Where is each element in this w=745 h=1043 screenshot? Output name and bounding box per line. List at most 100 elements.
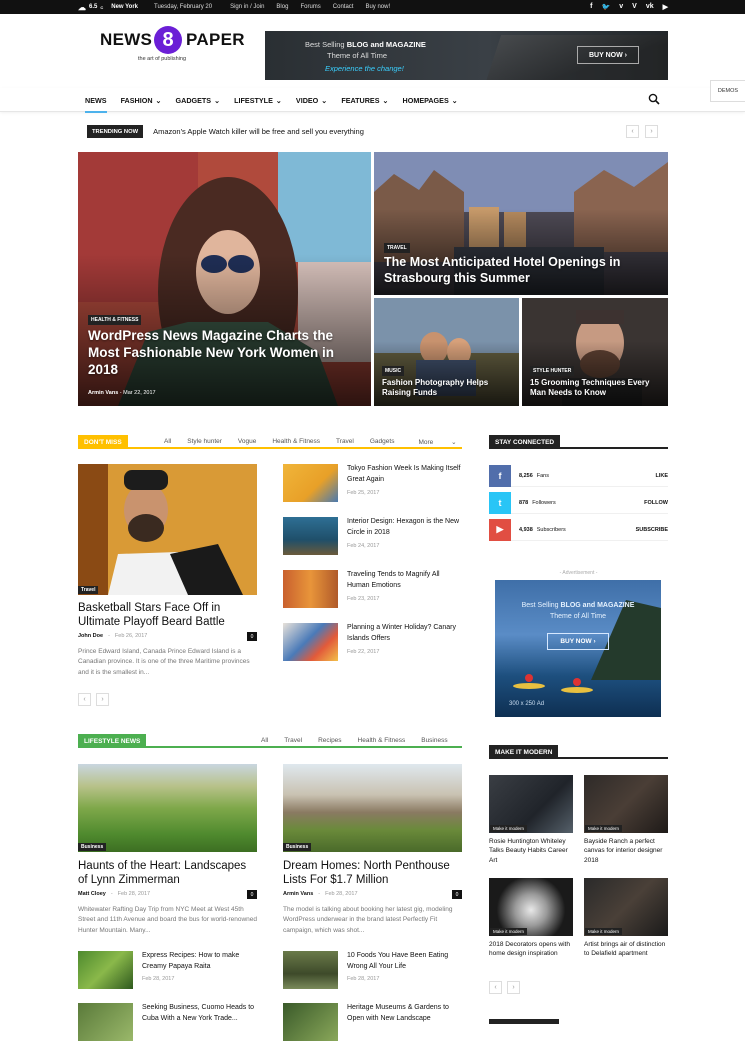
top-link-blog[interactable]: Blog — [276, 4, 288, 10]
filter-recipes[interactable]: Recipes — [310, 737, 349, 744]
twitter-icon[interactable]: 🐦 — [602, 3, 611, 11]
hero-bottom-right-title[interactable]: 15 Grooming Techniques Every Man Needs t… — [530, 378, 660, 398]
vk-icon[interactable]: vk — [646, 3, 654, 11]
list-item[interactable]: Tokyo Fashion Week Is Making Itself Grea… — [283, 464, 463, 506]
hero-main-category[interactable]: HEALTH & FITNESS — [88, 315, 142, 325]
nav-item-video[interactable]: VIDEO ⌄ — [289, 88, 334, 112]
list-item-title[interactable]: Traveling Tends to Magnify All Human Emo… — [347, 570, 462, 592]
top-link-signin[interactable]: Sign in / Join — [230, 4, 264, 10]
list-item[interactable]: 10 Foods You Have Been Eating Wrong All … — [283, 951, 463, 991]
hero-main-post[interactable]: HEALTH & FITNESS WordPress News Magazine… — [78, 152, 371, 406]
lifestyle-big-left-image[interactable]: Business — [78, 764, 257, 852]
weather-widget: ☁ 6.5 C New York — [78, 3, 138, 12]
filter-business[interactable]: Business — [413, 737, 455, 744]
filter-vogue[interactable]: Vogue — [230, 438, 264, 446]
filter-travel[interactable]: Travel — [328, 438, 362, 446]
filter-all[interactable]: All — [253, 737, 276, 744]
lifestyle-big-left-category[interactable]: Business — [78, 843, 107, 851]
hero-bottom-left-post[interactable]: MUSIC Fashion Photography Helps Raising … — [374, 298, 519, 406]
list-item[interactable]: Interior Design: Hexagon is the New Circ… — [283, 517, 463, 559]
list-item[interactable]: Express Recipes: How to make Creamy Papa… — [78, 951, 258, 991]
lifestyle-big-right-title[interactable]: Dream Homes: North Penthouse Lists For $… — [283, 859, 463, 888]
nav-item-features[interactable]: FEATURES ⌄ — [334, 88, 395, 112]
comment-count-badge[interactable]: 0 — [452, 890, 462, 899]
post-title[interactable]: Bayside Ranch a perfect canvas for inter… — [584, 837, 668, 865]
social-counter-youtube[interactable]: ▶ 4,938 Subscribers SUBSCRIBE — [489, 518, 668, 541]
list-item-title[interactable]: Express Recipes: How to make Creamy Papa… — [142, 951, 260, 973]
list-item[interactable]: Heritage Museums & Gardens to Open with … — [283, 1003, 463, 1043]
hero-bottom-left-category[interactable]: MUSIC — [382, 366, 405, 376]
social-counter-twitter[interactable]: t 878 Followers FOLLOW — [489, 491, 668, 514]
list-item-title[interactable]: 10 Foods You Have Been Eating Wrong All … — [347, 951, 465, 973]
nav-item-news[interactable]: NEWS — [78, 88, 114, 113]
comment-count-badge[interactable]: 0 — [247, 890, 257, 899]
filter-style-hunter[interactable]: Style hunter — [179, 438, 230, 446]
hero-top-right-title[interactable]: The Most Anticipated Hotel Openings in S… — [384, 255, 644, 286]
trending-prev-button[interactable]: ‹ — [626, 125, 639, 138]
like-button[interactable]: LIKE — [655, 473, 668, 479]
sidebar-ad[interactable]: Best Selling BLOG and MAGAZINE Theme of … — [495, 580, 661, 717]
subscribe-button[interactable]: SUBSCRIBE — [636, 527, 668, 533]
post-title[interactable]: Rosie Huntington Whiteley Talks Beauty H… — [489, 837, 573, 865]
follow-button[interactable]: FOLLOW — [644, 500, 668, 506]
facebook-icon[interactable]: f — [590, 3, 592, 11]
ad-buy-now-button[interactable]: BUY NOW › — [547, 633, 609, 650]
prev-page-button[interactable]: ‹ — [489, 981, 502, 994]
filter-health-fitness[interactable]: Health & Fitness — [350, 737, 414, 744]
hero-bottom-right-post[interactable]: STYLE HUNTER 15 Grooming Techniques Ever… — [522, 298, 668, 406]
hero-top-right-post[interactable]: TRAVEL The Most Anticipated Hotel Openin… — [374, 152, 668, 295]
hero-bottom-right-category[interactable]: STYLE HUNTER — [530, 366, 575, 376]
post-title[interactable]: 2018 Decorators opens with home design i… — [489, 940, 573, 959]
youtube-icon[interactable]: ▶ — [663, 3, 668, 11]
dont-miss-big-title[interactable]: Basketball Stars Face Off in Ultimate Pl… — [78, 601, 258, 630]
next-page-button[interactable]: › — [507, 981, 520, 994]
lifestyle-big-right-image[interactable]: Business — [283, 764, 462, 852]
list-item[interactable]: Seeking Business, Cuomo Heads to Cuba Wi… — [78, 1003, 258, 1043]
demos-button[interactable]: DEMOS — [710, 80, 745, 102]
filter-all[interactable]: All — [156, 438, 179, 446]
hero-top-right-category[interactable]: TRAVEL — [384, 243, 410, 253]
post-category[interactable]: Make it modern — [490, 825, 528, 832]
trending-bar: TRENDING NOW Amazon's Apple Watch killer… — [87, 125, 364, 138]
lifestyle-big-left-title[interactable]: Haunts of the Heart: Landscapes of Lynn … — [78, 859, 258, 888]
trending-next-button[interactable]: › — [645, 125, 658, 138]
post-title[interactable]: Artist brings air of distinction to Dela… — [584, 940, 668, 959]
dont-miss-big-image[interactable]: Travel — [78, 464, 257, 595]
search-icon[interactable] — [648, 93, 660, 105]
nav-item-homepages[interactable]: HOMEPAGES ⌄ — [396, 88, 465, 112]
list-item-title[interactable]: Planning a Winter Holiday? Canary Island… — [347, 623, 462, 645]
list-item-title[interactable]: Seeking Business, Cuomo Heads to Cuba Wi… — [142, 1003, 260, 1025]
hero-main-title[interactable]: WordPress News Magazine Charts the Most … — [88, 328, 348, 379]
top-link-contact[interactable]: Contact — [333, 4, 354, 10]
vimeo-icon[interactable]: v — [619, 3, 623, 11]
nav-item-gadgets[interactable]: GADGETS ⌄ — [169, 88, 228, 112]
comment-count-badge[interactable]: 0 — [247, 632, 257, 641]
nav-item-lifestyle[interactable]: LIFESTYLE ⌄ — [227, 88, 289, 112]
filter-travel[interactable]: Travel — [276, 737, 310, 744]
banner-buy-now-button[interactable]: BUY NOW › — [577, 46, 639, 64]
post-category[interactable]: Make it modern — [585, 928, 623, 935]
filter-health-fitness[interactable]: Health & Fitness — [264, 438, 328, 446]
top-link-buy-now[interactable]: Buy now! — [365, 4, 390, 10]
list-item-title[interactable]: Interior Design: Hexagon is the New Circ… — [347, 517, 462, 539]
nav-item-fashion[interactable]: FASHION ⌄ — [114, 88, 169, 112]
header-ad-banner[interactable]: Best Selling BLOG and MAGAZINE Theme of … — [265, 31, 668, 80]
list-item[interactable]: Traveling Tends to Magnify All Human Emo… — [283, 570, 463, 612]
list-item-title[interactable]: Heritage Museums & Gardens to Open with … — [347, 1003, 465, 1025]
dont-miss-big-category[interactable]: Travel — [78, 586, 99, 594]
vine-icon[interactable]: V — [632, 3, 637, 11]
filter-more[interactable]: More ⌄ — [402, 438, 472, 446]
top-link-forums[interactable]: Forums — [300, 4, 320, 10]
list-item[interactable]: Planning a Winter Holiday? Canary Island… — [283, 623, 463, 665]
filter-gadgets[interactable]: Gadgets — [362, 438, 403, 446]
list-item-title[interactable]: Tokyo Fashion Week Is Making Itself Grea… — [347, 464, 462, 486]
next-page-button[interactable]: › — [96, 693, 109, 706]
prev-page-button[interactable]: ‹ — [78, 693, 91, 706]
site-logo[interactable]: NEWS 8 PAPER the art of publishing — [100, 26, 245, 76]
lifestyle-big-right-category[interactable]: Business — [283, 843, 312, 851]
hero-bottom-left-title[interactable]: Fashion Photography Helps Raising Funds — [382, 378, 512, 398]
post-category[interactable]: Make it modern — [585, 825, 623, 832]
social-counter-facebook[interactable]: f 8,256 Fans LIKE — [489, 464, 668, 487]
trending-headline[interactable]: Amazon's Apple Watch killer will be free… — [153, 127, 364, 136]
post-category[interactable]: Make it modern — [490, 928, 528, 935]
